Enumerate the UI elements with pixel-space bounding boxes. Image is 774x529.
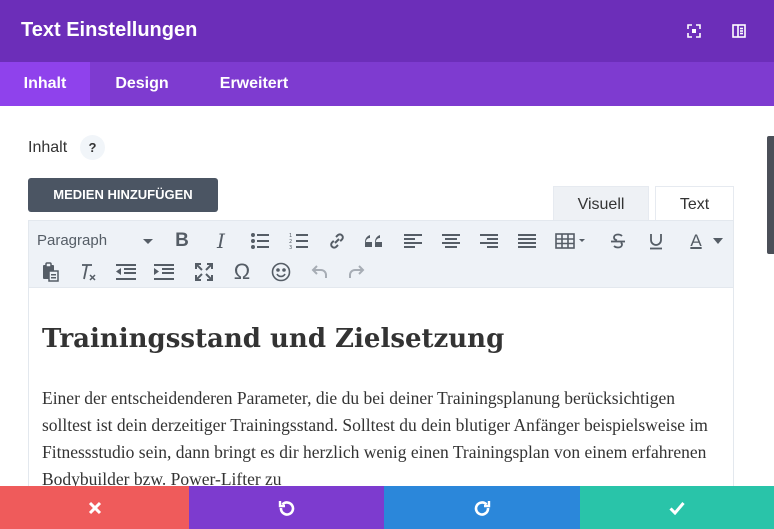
tab-erweitert[interactable]: Erweitert — [205, 62, 303, 106]
sidebar-layout-icon[interactable] — [730, 22, 748, 40]
tab-text-mode[interactable]: Text — [655, 186, 734, 221]
editor-toolbar: Paragraph B I 123 A Ω — [28, 220, 734, 288]
blockquote-icon[interactable] — [362, 229, 388, 253]
scrollbar-thumb[interactable] — [767, 136, 774, 254]
add-media-button[interactable]: MEDIEN HINZUFÜGEN — [28, 178, 218, 212]
format-select[interactable]: Paragraph — [37, 228, 157, 254]
indent-icon[interactable] — [151, 260, 177, 284]
align-right-icon[interactable] — [476, 229, 502, 253]
undo-icon[interactable] — [306, 260, 332, 284]
table-icon[interactable] — [554, 229, 590, 253]
undo-icon — [278, 500, 294, 516]
modal-title: Text Einstellungen — [21, 19, 198, 41]
numbered-list-icon[interactable]: 123 — [286, 229, 312, 253]
emoji-icon[interactable] — [268, 260, 294, 284]
bullet-list-icon[interactable] — [247, 229, 273, 253]
text-color-glyph: A — [690, 231, 702, 250]
check-icon — [669, 501, 685, 515]
redo-icon[interactable] — [344, 260, 370, 284]
clear-formatting-icon[interactable] — [75, 260, 101, 284]
outdent-icon[interactable] — [113, 260, 139, 284]
content-heading: Trainingsstand und Zielsetzung — [42, 324, 505, 354]
special-character-icon[interactable]: Ω — [229, 259, 255, 284]
fullscreen-icon[interactable] — [191, 260, 217, 284]
underline-icon[interactable] — [643, 229, 669, 253]
chevron-down-icon — [143, 239, 153, 244]
close-icon — [88, 501, 101, 514]
text-color-icon[interactable]: A — [678, 229, 728, 253]
align-left-icon[interactable] — [400, 229, 426, 253]
fullscreen-icon[interactable] — [685, 22, 703, 40]
svg-text:3: 3 — [289, 245, 292, 250]
tab-design[interactable]: Design — [96, 62, 188, 106]
justify-icon[interactable] — [514, 229, 540, 253]
settings-header: Text Einstellungen — [0, 0, 774, 62]
link-icon[interactable] — [324, 229, 350, 253]
content-field-label: Inhalt — [28, 139, 68, 156]
strikethrough-icon[interactable] — [605, 229, 631, 253]
align-center-icon[interactable] — [438, 229, 464, 253]
bold-icon[interactable]: B — [169, 229, 195, 253]
settings-tabs: Inhalt Design Erweitert — [0, 62, 774, 106]
undo-button[interactable] — [189, 486, 384, 529]
paste-text-icon[interactable] — [37, 260, 63, 284]
redo-icon — [474, 500, 491, 516]
format-select-value: Paragraph — [37, 232, 108, 249]
help-button[interactable]: ? — [80, 135, 105, 160]
content-paragraph: Einer der entscheidenderen Parameter, di… — [42, 388, 708, 488]
editor-content[interactable]: Trainingsstand und Zielsetzung Einer der… — [28, 288, 734, 488]
save-button[interactable] — [580, 486, 774, 529]
action-footer — [0, 486, 774, 529]
redo-button[interactable] — [384, 486, 580, 529]
tab-visual-mode[interactable]: Visuell — [553, 186, 649, 221]
cancel-button[interactable] — [0, 486, 189, 529]
tab-inhalt[interactable]: Inhalt — [0, 62, 90, 106]
italic-icon[interactable]: I — [208, 229, 234, 253]
